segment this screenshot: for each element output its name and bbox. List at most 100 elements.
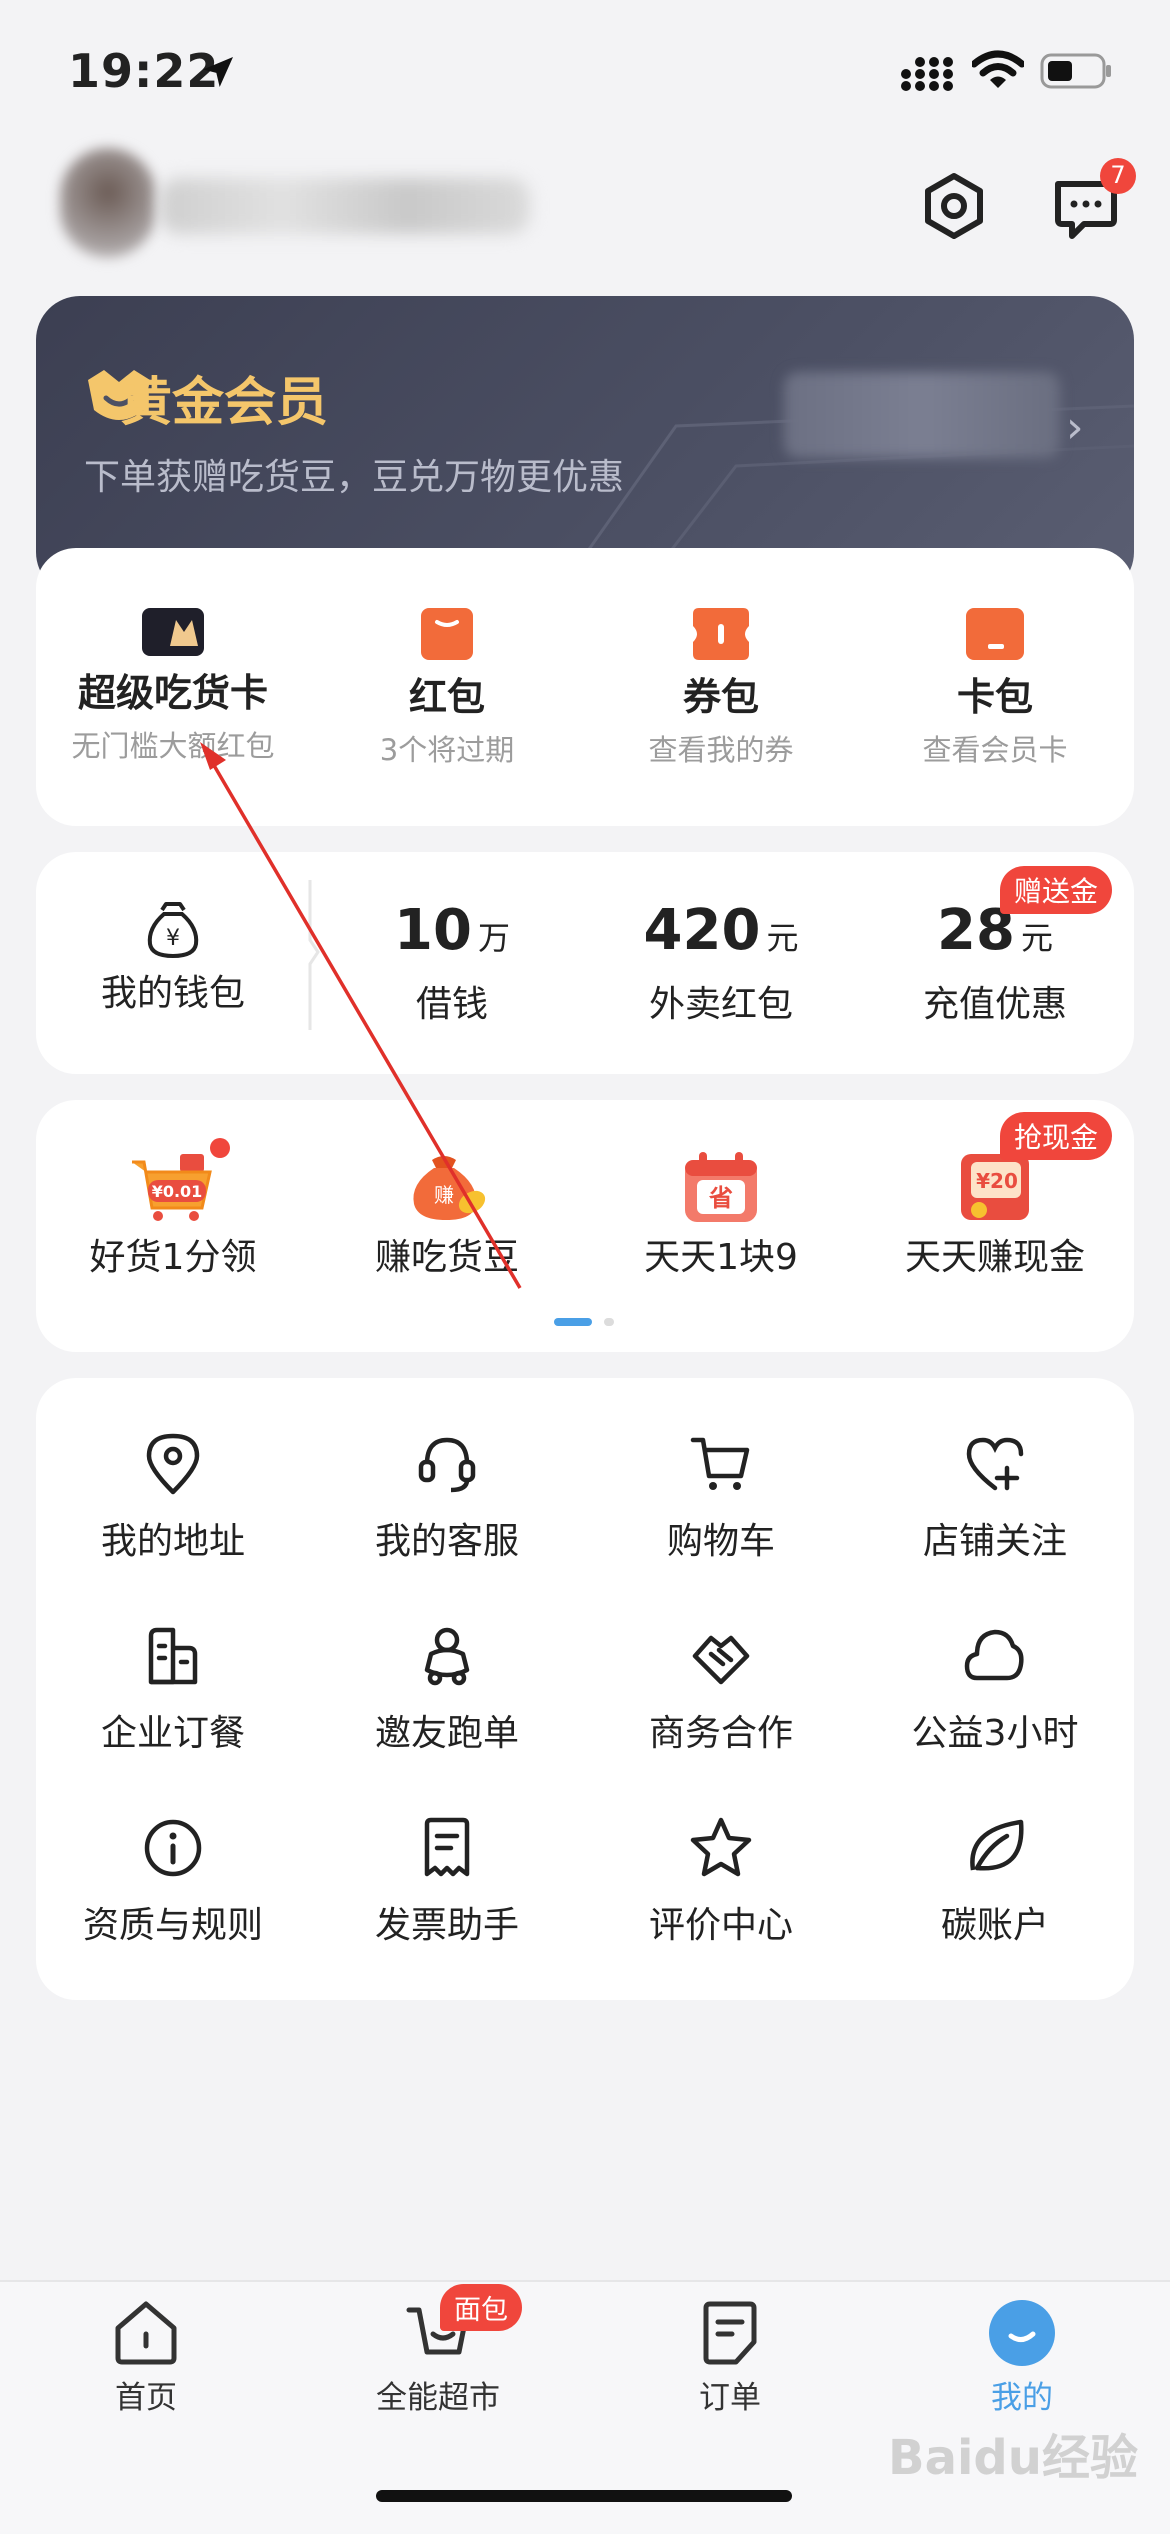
location-icon (146, 1433, 200, 1495)
settings-icon[interactable] (918, 170, 990, 242)
service-label: 我的地址 (100, 1521, 245, 1562)
tab-orders[interactable]: 订单 (630, 2298, 830, 2417)
profile-face-icon (989, 2300, 1055, 2366)
calendar-save-icon: 省 (685, 1152, 757, 1222)
svg-text:¥: ¥ (166, 926, 180, 951)
finance-label: 充值优惠 (922, 984, 1067, 1025)
watermark: Baidu经验 (888, 2430, 1138, 2486)
super-card-icon (142, 608, 204, 656)
benefit-title: 红包 (408, 675, 485, 719)
service-business[interactable]: 商务合作 (584, 1624, 858, 1756)
service-label: 评价中心 (648, 1905, 793, 1946)
avatar[interactable] (60, 148, 156, 258)
tab-label: 订单 (699, 2380, 761, 2416)
tab-mine[interactable]: 我的 (922, 2298, 1122, 2417)
finance-item-loan[interactable]: 10 万 借钱 (320, 898, 584, 1027)
service-enterprise[interactable]: 企业订餐 (36, 1624, 310, 1756)
service-label: 公益3小时 (911, 1713, 1079, 1754)
benefit-sub: 无门槛大额红包 (71, 729, 275, 763)
divider-line (308, 880, 320, 1030)
service-invite-rider[interactable]: 邀友跑单 (310, 1624, 584, 1756)
service-label: 购物车 (666, 1521, 775, 1562)
chevron-right-icon[interactable]: › (1066, 402, 1084, 453)
benefit-sub: 查看我的券 (648, 733, 794, 767)
finance-unit: 万 (477, 919, 510, 957)
cloud-icon (964, 1629, 1024, 1681)
finance-item-waimai[interactable]: 420 元 外卖红包 (584, 898, 858, 1027)
service-label: 资质与规则 (82, 1905, 263, 1946)
signal-icon (901, 57, 953, 91)
message-badge: 7 (1100, 158, 1136, 194)
gold-member-title: 黄金会员 (120, 373, 329, 433)
activity-item[interactable]: 赚 赚吃货豆 (310, 1150, 584, 1280)
headset-icon (418, 1437, 476, 1493)
red-dot-badge (210, 1138, 230, 1158)
finance-value: 10 (394, 898, 472, 963)
handshake-icon (692, 1635, 750, 1685)
tab-home[interactable]: 首页 (46, 2298, 246, 2417)
service-label: 我的客服 (374, 1521, 519, 1562)
wifi-icon (972, 50, 1024, 88)
activity-item[interactable]: 省 天天1块9 (584, 1150, 858, 1280)
cash-envelope-icon: ¥20 (961, 1154, 1029, 1220)
finance-unit: 元 (1020, 919, 1053, 957)
service-reviews[interactable]: 评价中心 (584, 1816, 858, 1948)
service-label: 发票助手 (374, 1905, 519, 1946)
benefit-card-wallet[interactable]: 卡包 查看会员卡 (858, 606, 1132, 769)
money-bag-bean-icon: 赚 (413, 1156, 486, 1220)
finance-label: 借钱 (415, 984, 488, 1025)
service-label: 邀友跑单 (374, 1713, 519, 1754)
status-time: 19:22 (68, 44, 220, 98)
member-info-blurred (784, 372, 1060, 458)
money-bag-icon: ¥ (147, 902, 199, 959)
benefit-red-packet[interactable]: 红包 3个将过期 (310, 606, 584, 769)
location-arrow-icon (203, 57, 233, 87)
tab-label: 全能超市 (376, 2380, 500, 2416)
benefit-title: 超级吃货卡 (77, 671, 268, 715)
service-invoice[interactable]: 发票助手 (310, 1816, 584, 1948)
finance-unit: 元 (766, 919, 799, 957)
finance-item-recharge[interactable]: 28 元 充值优惠 (858, 898, 1132, 1027)
building-icon (148, 1627, 198, 1685)
benefit-super-card[interactable]: 超级吃货卡 无门槛大额红包 (36, 606, 310, 765)
star-icon (690, 1817, 752, 1877)
cart-icon (690, 1437, 750, 1490)
home-indicator[interactable] (376, 2490, 792, 2502)
wallet-label: 我的钱包 (100, 973, 245, 1014)
home-icon (115, 2301, 177, 2365)
activity-icon-text: ¥20 (976, 1169, 1018, 1193)
activity-icon-text: 省 (708, 1184, 733, 1212)
activity-label: 好货1分领 (89, 1237, 257, 1278)
benefit-coupons[interactable]: 券包 查看我的券 (584, 606, 858, 769)
service-address[interactable]: 我的地址 (36, 1432, 310, 1564)
service-customer-service[interactable]: 我的客服 (310, 1432, 584, 1564)
invoice-icon (424, 1817, 470, 1877)
finance-label: 外卖红包 (648, 984, 793, 1025)
user-name-blurred[interactable] (160, 178, 530, 234)
benefit-sub: 查看会员卡 (922, 733, 1068, 767)
finance-value: 420 (643, 898, 761, 963)
service-rules[interactable]: 资质与规则 (36, 1816, 310, 1948)
activity-item[interactable]: ¥0.01 好货1分领 (36, 1150, 310, 1280)
benefit-title: 券包 (682, 675, 759, 719)
service-label: 企业订餐 (100, 1713, 245, 1754)
supermarket-badge: 面包 (440, 2284, 522, 2331)
service-label: 碳账户 (940, 1905, 1049, 1946)
cash-tag: 抢现金 (1000, 1112, 1113, 1160)
wallet-button[interactable]: ¥ 我的钱包 (36, 900, 310, 1016)
activity-icon-text: 赚 (434, 1183, 454, 1207)
shopping-cart-icon: ¥0.01 (132, 1154, 212, 1221)
red-packet-icon (421, 608, 473, 660)
activity-label: 天天赚现金 (904, 1237, 1085, 1278)
service-charity[interactable]: 公益3小时 (858, 1624, 1132, 1756)
tab-label: 首页 (115, 2380, 177, 2416)
benefit-sub: 3个将过期 (379, 733, 515, 767)
service-label: 商务合作 (648, 1713, 793, 1754)
page-indicator (604, 1318, 614, 1326)
service-follow-store[interactable]: 店铺关注 (858, 1432, 1132, 1564)
gold-member-subtitle: 下单获赠吃货豆，豆兑万物更优惠 (84, 457, 625, 498)
service-carbon[interactable]: 碳账户 (858, 1816, 1132, 1948)
activity-label: 赚吃货豆 (374, 1237, 519, 1278)
service-cart[interactable]: 购物车 (584, 1432, 858, 1564)
activity-item[interactable]: ¥20 天天赚现金 (858, 1150, 1132, 1280)
